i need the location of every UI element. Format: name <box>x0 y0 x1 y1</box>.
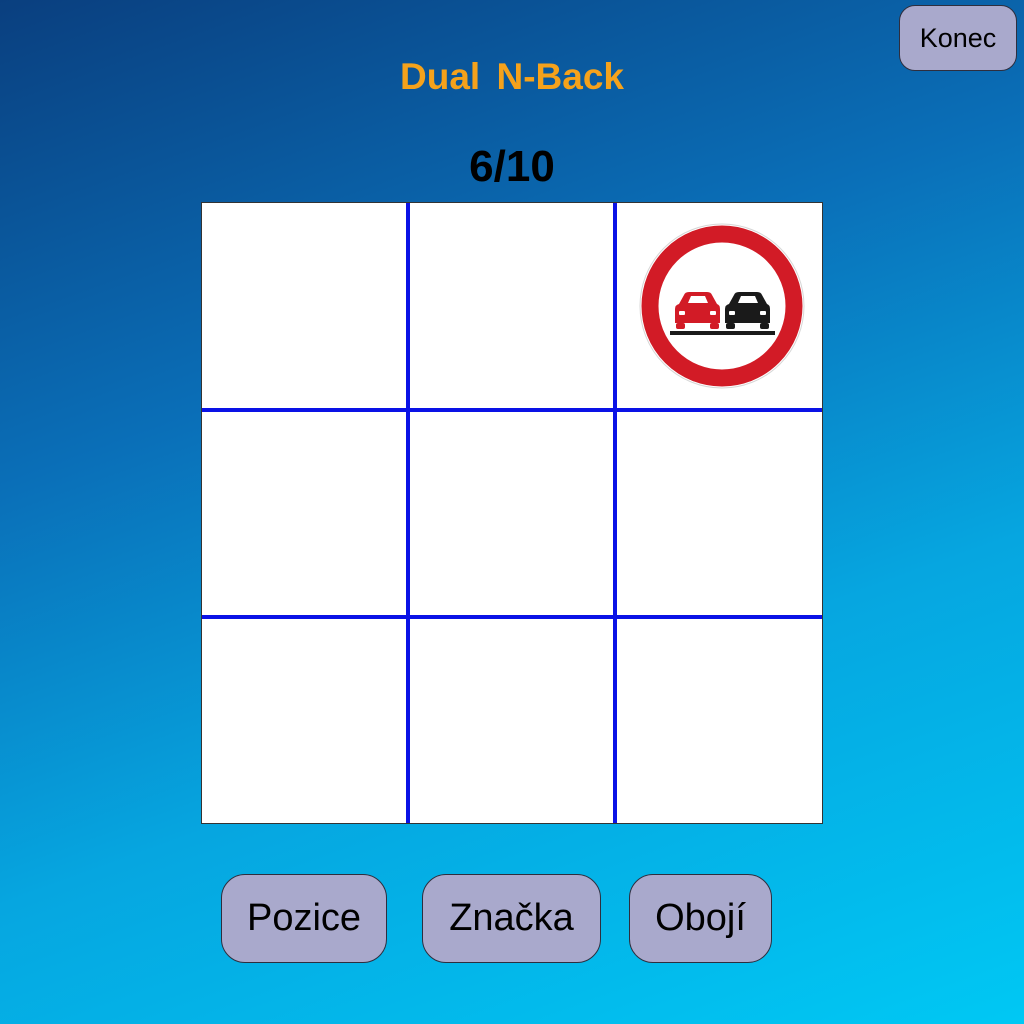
game-grid <box>201 202 823 824</box>
grid-cell-2-2 <box>409 410 615 616</box>
grid-cell-1-1 <box>202 203 408 409</box>
round-counter: 6/10 <box>469 142 555 191</box>
game-title: Dual N-Back <box>400 56 624 97</box>
grid-cell-3-2 <box>409 617 615 823</box>
grid-cell-1-3 <box>616 203 822 409</box>
both-match-button[interactable]: Obojí <box>629 874 772 963</box>
grid-line-horizontal <box>202 615 822 619</box>
grid-cell-2-1 <box>202 410 408 616</box>
grid-line-horizontal <box>202 408 822 412</box>
position-match-button[interactable]: Pozice <box>221 874 387 963</box>
grid-line-vertical <box>613 203 617 823</box>
grid-line-vertical <box>406 203 410 823</box>
grid-cell-3-3 <box>616 617 822 823</box>
grid-cell-2-3 <box>616 410 822 616</box>
grid-cell-3-1 <box>202 617 408 823</box>
sign-match-button[interactable]: Značka <box>422 874 601 963</box>
no-overtaking-sign-icon <box>639 223 805 389</box>
grid-cell-1-2 <box>409 203 615 409</box>
